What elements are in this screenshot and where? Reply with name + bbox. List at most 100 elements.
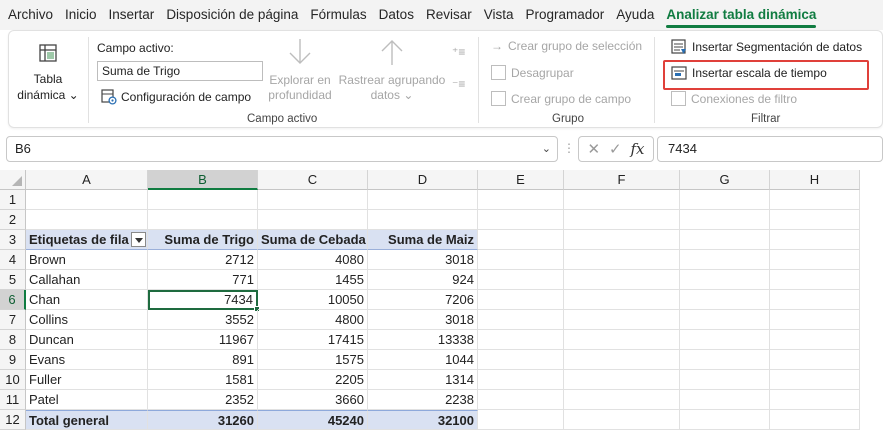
column-header-h[interactable]: H xyxy=(770,170,860,190)
cell-g9[interactable] xyxy=(680,350,770,370)
cell-d2[interactable] xyxy=(368,210,478,230)
cell-e3[interactable] xyxy=(478,230,564,250)
cell-f2[interactable] xyxy=(564,210,680,230)
cell-e12[interactable] xyxy=(478,410,564,430)
cell-a2[interactable] xyxy=(26,210,148,230)
cell-d8[interactable]: 13338 xyxy=(368,330,478,350)
crear-grupo-campo-button[interactable]: Crear grupo de campo xyxy=(491,91,631,106)
column-header-e[interactable]: E xyxy=(478,170,564,190)
cell-c8[interactable]: 17415 xyxy=(258,330,368,350)
cell-a10[interactable]: Fuller xyxy=(26,370,148,390)
tab-archivo[interactable]: Archivo xyxy=(2,0,59,30)
desagrupar-button[interactable]: Desagrupar xyxy=(491,65,574,80)
cell-h10[interactable] xyxy=(770,370,860,390)
cell-e6[interactable] xyxy=(478,290,564,310)
cell-a5[interactable]: Callahan xyxy=(26,270,148,290)
column-header-c[interactable]: C xyxy=(258,170,368,190)
cell-a3[interactable]: Etiquetas de fila xyxy=(26,230,148,250)
cell-f5[interactable] xyxy=(564,270,680,290)
cell-h11[interactable] xyxy=(770,390,860,410)
cell-a9[interactable]: Evans xyxy=(26,350,148,370)
insertar-segmentacion-button[interactable]: Insertar Segmentación de datos xyxy=(671,39,862,55)
cell-h12[interactable] xyxy=(770,410,860,430)
cell-b6[interactable]: 7434 xyxy=(148,290,258,310)
tabla-dinamica-button[interactable]: Tabla dinámica ⌄ xyxy=(15,39,81,103)
cell-c3[interactable]: Suma de Cebada xyxy=(258,230,368,250)
cell-g11[interactable] xyxy=(680,390,770,410)
cell-h6[interactable] xyxy=(770,290,860,310)
tab-insertar[interactable]: Insertar xyxy=(103,0,161,30)
row-header-3[interactable]: 3 xyxy=(0,230,26,250)
cell-g3[interactable] xyxy=(680,230,770,250)
cell-d1[interactable] xyxy=(368,190,478,210)
row-header-8[interactable]: 8 xyxy=(0,330,26,350)
cell-a4[interactable]: Brown xyxy=(26,250,148,270)
row-header-5[interactable]: 5 xyxy=(0,270,26,290)
cell-a7[interactable]: Collins xyxy=(26,310,148,330)
cell-d10[interactable]: 1314 xyxy=(368,370,478,390)
chevron-down-icon[interactable]: ⌄ xyxy=(542,137,551,161)
row-header-1[interactable]: 1 xyxy=(0,190,26,210)
row-header-11[interactable]: 11 xyxy=(0,390,26,410)
cell-b11[interactable]: 2352 xyxy=(148,390,258,410)
cell-d9[interactable]: 1044 xyxy=(368,350,478,370)
cell-e8[interactable] xyxy=(478,330,564,350)
configuracion-campo-button[interactable]: Configuración de campo xyxy=(101,89,251,105)
row-header-2[interactable]: 2 xyxy=(0,210,26,230)
cell-a6[interactable]: Chan xyxy=(26,290,148,310)
row-header-10[interactable]: 10 xyxy=(0,370,26,390)
tab-revisar[interactable]: Revisar xyxy=(420,0,478,30)
formula-input[interactable]: 7434 xyxy=(657,136,883,162)
cell-d5[interactable]: 924 xyxy=(368,270,478,290)
cell-g5[interactable] xyxy=(680,270,770,290)
collapse-field-icon[interactable]: ⁻≡ xyxy=(452,77,465,91)
cell-g2[interactable] xyxy=(680,210,770,230)
cell-d4[interactable]: 3018 xyxy=(368,250,478,270)
cell-h3[interactable] xyxy=(770,230,860,250)
tab-ayuda[interactable]: Ayuda xyxy=(610,0,660,30)
rastrear-agrupando-button[interactable]: Rastrear agrupando datos ⌄ xyxy=(337,37,447,103)
cell-g10[interactable] xyxy=(680,370,770,390)
column-header-d[interactable]: D xyxy=(368,170,478,190)
cell-d6[interactable]: 7206 xyxy=(368,290,478,310)
cell-g8[interactable] xyxy=(680,330,770,350)
row-header-9[interactable]: 9 xyxy=(0,350,26,370)
cell-g1[interactable] xyxy=(680,190,770,210)
cell-b5[interactable]: 771 xyxy=(148,270,258,290)
cell-b12[interactable]: 31260 xyxy=(148,410,258,430)
column-header-f[interactable]: F xyxy=(564,170,680,190)
cell-b2[interactable] xyxy=(148,210,258,230)
cell-c9[interactable]: 1575 xyxy=(258,350,368,370)
tab-programador[interactable]: Programador xyxy=(520,0,611,30)
cell-c6[interactable]: 10050 xyxy=(258,290,368,310)
function-icon[interactable]: fx xyxy=(631,140,645,158)
tab-datos[interactable]: Datos xyxy=(373,0,420,30)
filter-dropdown-icon[interactable] xyxy=(131,232,146,247)
cell-c2[interactable] xyxy=(258,210,368,230)
conexiones-filtro-button[interactable]: Conexiones de filtro xyxy=(671,91,797,106)
cell-e9[interactable] xyxy=(478,350,564,370)
cell-a1[interactable] xyxy=(26,190,148,210)
cell-g6[interactable] xyxy=(680,290,770,310)
select-all-corner[interactable] xyxy=(0,170,26,190)
cell-h5[interactable] xyxy=(770,270,860,290)
cell-h1[interactable] xyxy=(770,190,860,210)
name-box[interactable]: B6 ⌄ xyxy=(6,136,558,162)
cell-g4[interactable] xyxy=(680,250,770,270)
cell-c11[interactable]: 3660 xyxy=(258,390,368,410)
cell-b1[interactable] xyxy=(148,190,258,210)
cell-h9[interactable] xyxy=(770,350,860,370)
tab-formulas[interactable]: Fórmulas xyxy=(304,0,372,30)
cell-f8[interactable] xyxy=(564,330,680,350)
cell-c10[interactable]: 2205 xyxy=(258,370,368,390)
row-header-6[interactable]: 6 xyxy=(0,290,26,310)
column-header-g[interactable]: G xyxy=(680,170,770,190)
cell-c4[interactable]: 4080 xyxy=(258,250,368,270)
cell-b7[interactable]: 3552 xyxy=(148,310,258,330)
row-header-4[interactable]: 4 xyxy=(0,250,26,270)
cell-f9[interactable] xyxy=(564,350,680,370)
tab-inicio[interactable]: Inicio xyxy=(59,0,103,30)
column-header-a[interactable]: A xyxy=(26,170,148,190)
check-icon[interactable]: ✓ xyxy=(609,140,622,158)
cell-b9[interactable]: 891 xyxy=(148,350,258,370)
